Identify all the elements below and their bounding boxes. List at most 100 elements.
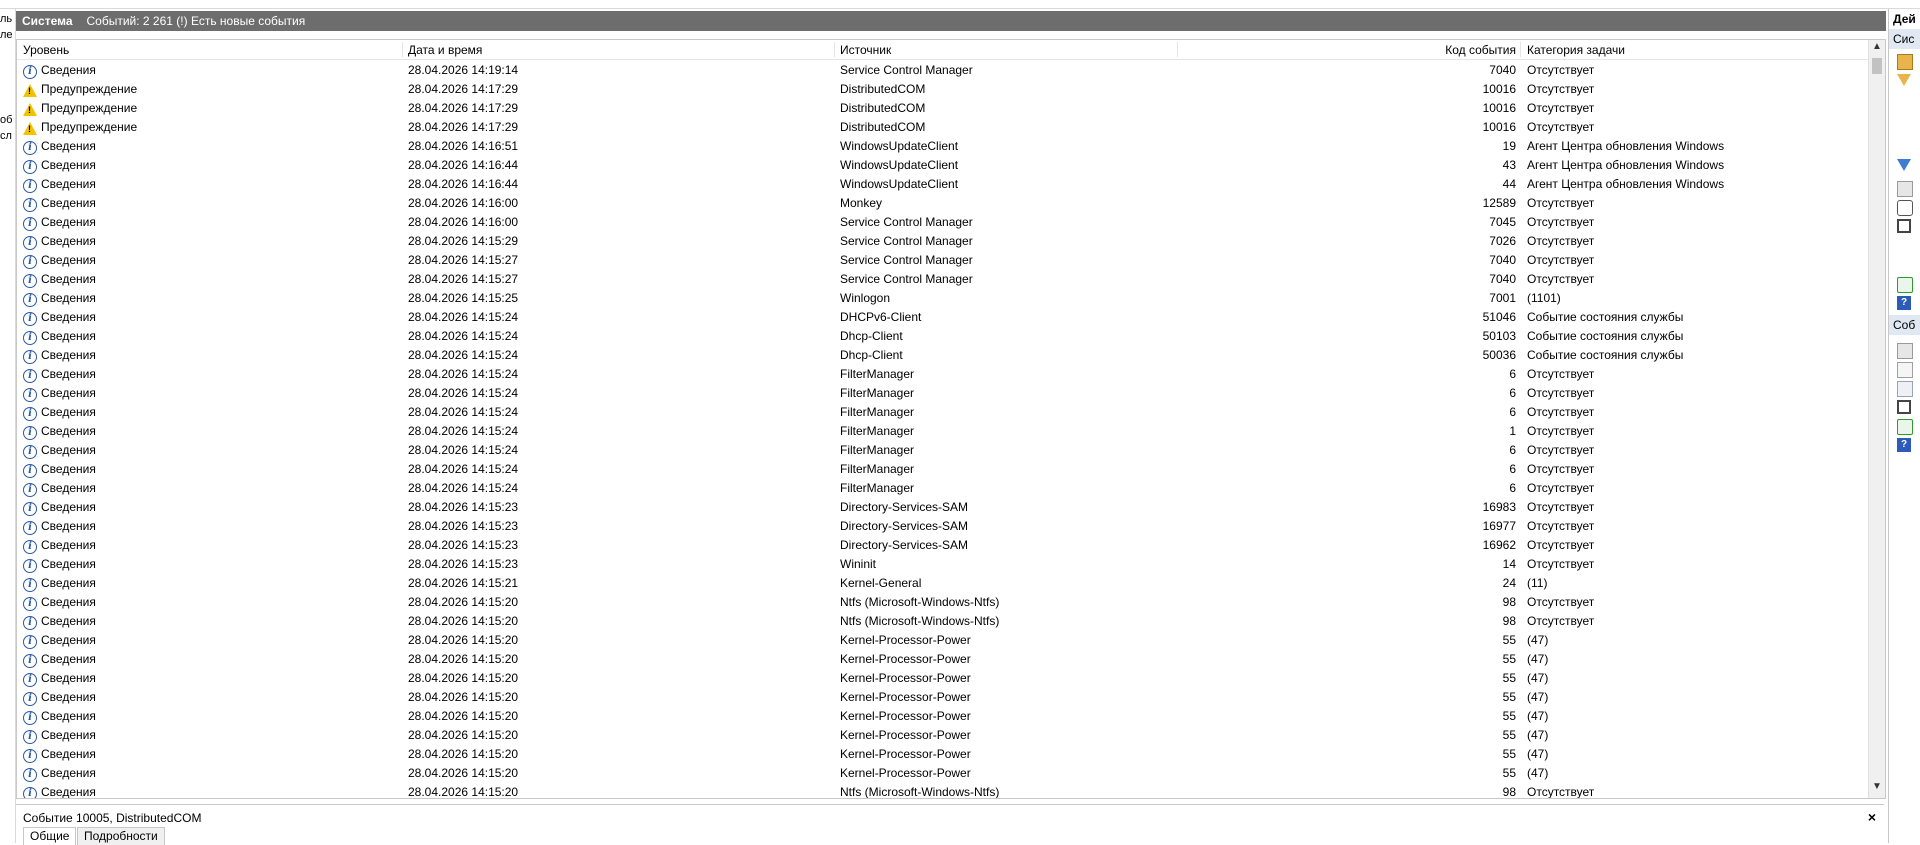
cell-category: Отсутствует [1527, 481, 1595, 495]
column-divider[interactable] [1520, 42, 1521, 57]
table-row[interactable]: i Сведения 28.04.2026 14:15:24 DHCPv6-Clien… [17, 307, 1869, 326]
table-row[interactable]: i Сведения 28.04.2026 14:15:20 Kernel-Proce… [17, 668, 1869, 687]
information-icon: i [23, 331, 37, 345]
table-row[interactable]: i Сведения 28.04.2026 14:15:24 FilterManage… [17, 440, 1869, 459]
copy-icon[interactable] [1897, 381, 1913, 397]
vertical-scrollbar[interactable]: ▲ ▼ [1868, 40, 1885, 798]
table-row[interactable]: i Сведения 28.04.2026 14:15:20 Kernel-Proce… [17, 725, 1869, 744]
cell-category: Агент Центра обновления Windows [1527, 139, 1725, 153]
table-row[interactable]: i Сведения 28.04.2026 14:15:24 FilterManage… [17, 478, 1869, 497]
save-events-icon[interactable] [1897, 219, 1911, 233]
information-icon: i [23, 464, 37, 478]
level-icon: i [23, 233, 37, 250]
tab-general[interactable]: Общие [23, 827, 77, 845]
create-custom-view-icon[interactable] [1897, 74, 1911, 86]
table-row[interactable]: i Сведения 28.04.2026 14:16:00 Monkey 12589 О… [17, 193, 1869, 212]
attach-task-icon[interactable] [1897, 362, 1913, 378]
table-row[interactable]: Предупреждение 28.04.2026 14:17:29 Distrib… [17, 117, 1869, 136]
left-panel-fragment: ль [0, 13, 13, 25]
table-row[interactable]: i Сведения 28.04.2026 14:15:20 Kernel-Proce… [17, 763, 1869, 782]
table-row[interactable]: i Сведения 28.04.2026 14:15:24 FilterManage… [17, 402, 1869, 421]
table-row[interactable]: i Сведения 28.04.2026 14:15:27 Service Cont… [17, 269, 1869, 288]
table-row[interactable]: i Сведения 28.04.2026 14:15:20 Kernel-Proce… [17, 687, 1869, 706]
save-selected-events-icon[interactable] [1897, 400, 1911, 414]
scroll-up-arrow-icon[interactable]: ▲ [1869, 41, 1885, 57]
actions-section-event[interactable]: Соб [1889, 315, 1920, 335]
cell-level: Сведения [41, 348, 96, 362]
cell-code: 51046 [1482, 310, 1516, 324]
table-row[interactable]: i Сведения 28.04.2026 14:15:20 Ntfs (Micros… [17, 782, 1869, 799]
actions-section-system[interactable]: Сис [1889, 29, 1920, 49]
table-row[interactable]: i Сведения 28.04.2026 14:15:24 Dhcp-Client 5… [17, 345, 1869, 364]
cell-category: (47) [1527, 709, 1549, 723]
column-header-level[interactable]: Уровень [23, 43, 69, 57]
column-divider[interactable] [834, 42, 835, 57]
column-divider[interactable] [402, 42, 403, 57]
event-properties-icon[interactable] [1897, 343, 1913, 359]
cell-date: 28.04.2026 14:15:24 [408, 348, 519, 362]
cell-category: (11) [1527, 576, 1548, 590]
cell-level: Сведения [41, 139, 96, 153]
filter-log-icon[interactable] [1897, 159, 1911, 171]
information-icon: i [23, 445, 37, 459]
table-row[interactable]: i Сведения 28.04.2026 14:15:23 Directory-Se… [17, 535, 1869, 554]
cell-level: Сведения [41, 310, 96, 324]
table-row[interactable]: i Сведения 28.04.2026 14:15:21 Kernel-Gener… [17, 573, 1869, 592]
refresh-event-icon[interactable] [1897, 419, 1913, 435]
cell-category: (47) [1527, 766, 1549, 780]
table-row[interactable]: Предупреждение 28.04.2026 14:17:29 Distrib… [17, 98, 1869, 117]
column-header-category[interactable]: Категория задачи [1527, 43, 1625, 57]
cell-code: 16977 [1482, 519, 1516, 533]
table-row[interactable]: i Сведения 28.04.2026 14:16:44 WindowsUpdat… [17, 155, 1869, 174]
table-row[interactable]: i Сведения 28.04.2026 14:15:23 Directory-Se… [17, 497, 1869, 516]
table-row[interactable]: i Сведения 28.04.2026 14:15:24 FilterManage… [17, 421, 1869, 440]
cell-level: Сведения [41, 367, 96, 381]
cell-code: 7026 [1489, 234, 1516, 248]
properties-icon[interactable] [1897, 181, 1913, 197]
table-row[interactable]: Предупреждение 28.04.2026 14:17:29 Distrib… [17, 79, 1869, 98]
table-row[interactable]: i Сведения 28.04.2026 14:15:20 Kernel-Proce… [17, 630, 1869, 649]
cell-category: (47) [1527, 652, 1549, 666]
table-row[interactable]: i Сведения 28.04.2026 14:16:00 Service Cont… [17, 212, 1869, 231]
column-header-source[interactable]: Источник [840, 43, 891, 57]
table-row[interactable]: i Сведения 28.04.2026 14:15:24 Dhcp-Client 5… [17, 326, 1869, 345]
table-row[interactable]: i Сведения 28.04.2026 14:15:29 Service Cont… [17, 231, 1869, 250]
log-title-bar: Система Событий: 2 261 (!) Есть новые со… [16, 11, 1886, 31]
table-row[interactable]: i Сведения 28.04.2026 14:15:20 Ntfs (Micros… [17, 592, 1869, 611]
table-row[interactable]: i Сведения 28.04.2026 14:15:24 FilterManage… [17, 383, 1869, 402]
column-header-code[interactable]: Код события [1403, 43, 1516, 57]
refresh-icon[interactable] [1897, 277, 1913, 293]
cell-code: 6 [1509, 405, 1516, 419]
column-header-date[interactable]: Дата и время [408, 43, 482, 57]
cell-source: Winlogon [840, 291, 891, 305]
cell-code: 44 [1502, 177, 1516, 191]
table-row[interactable]: i Сведения 28.04.2026 14:16:51 WindowsUpdat… [17, 136, 1869, 155]
table-row[interactable]: i Сведения 28.04.2026 14:16:44 WindowsUpdat… [17, 174, 1869, 193]
open-saved-log-icon[interactable] [1897, 54, 1913, 70]
tab-details[interactable]: Подробности [77, 827, 165, 845]
table-row[interactable]: i Сведения 28.04.2026 14:15:23 Wininit 14 Отс… [17, 554, 1869, 573]
column-divider[interactable] [1177, 42, 1178, 57]
table-row[interactable]: i Сведения 28.04.2026 14:19:14 Service Cont… [17, 60, 1869, 79]
cell-date: 28.04.2026 14:15:20 [408, 785, 519, 799]
close-icon[interactable]: × [1868, 809, 1876, 825]
table-row[interactable]: i Сведения 28.04.2026 14:15:20 Kernel-Proce… [17, 744, 1869, 763]
table-row[interactable]: i Сведения 28.04.2026 14:15:27 Service Cont… [17, 250, 1869, 269]
help-event-icon[interactable]: ? [1897, 438, 1911, 452]
scroll-thumb[interactable] [1872, 58, 1882, 74]
table-row[interactable]: i Сведения 28.04.2026 14:15:24 FilterManage… [17, 364, 1869, 383]
warning-icon [23, 122, 37, 135]
help-icon[interactable]: ? [1897, 296, 1911, 310]
cell-level: Сведения [41, 177, 96, 191]
cell-source: WindowsUpdateClient [840, 177, 959, 191]
cell-code: 6 [1509, 367, 1516, 381]
table-row[interactable]: i Сведения 28.04.2026 14:15:23 Directory-Se… [17, 516, 1869, 535]
table-row[interactable]: i Сведения 28.04.2026 14:15:20 Kernel-Proce… [17, 649, 1869, 668]
table-row[interactable]: i Сведения 28.04.2026 14:15:25 Winlogon 7001… [17, 288, 1869, 307]
table-row[interactable]: i Сведения 28.04.2026 14:15:20 Kernel-Proce… [17, 706, 1869, 725]
cell-source: FilterManager [840, 367, 915, 381]
table-row[interactable]: i Сведения 28.04.2026 14:15:20 Ntfs (Micros… [17, 611, 1869, 630]
find-icon[interactable] [1897, 200, 1913, 216]
table-row[interactable]: i Сведения 28.04.2026 14:15:24 FilterManage… [17, 459, 1869, 478]
scroll-down-arrow-icon[interactable]: ▼ [1869, 781, 1885, 797]
